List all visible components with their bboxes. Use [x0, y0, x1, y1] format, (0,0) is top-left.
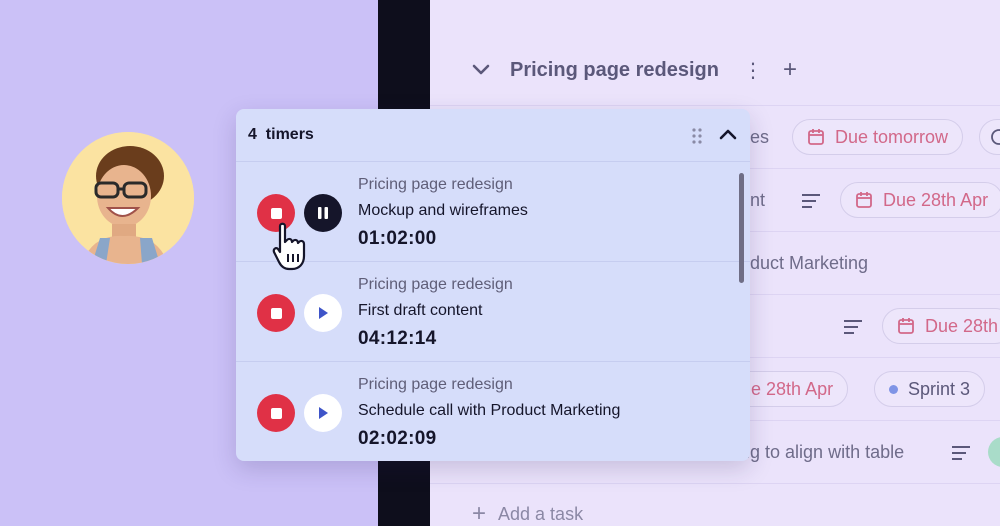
due-date-chip[interactable]: Due 28th Apr	[840, 182, 1000, 218]
play-icon	[319, 407, 328, 419]
task-name-fragment[interactable]: ng to align with table	[740, 442, 904, 463]
clock-chip[interactable]	[979, 119, 1000, 155]
timer-project: Pricing page redesign	[358, 376, 513, 393]
timer-task[interactable]: Schedule call with Product Marketing	[358, 402, 620, 420]
due-date-label: Due 28th Apr	[883, 189, 989, 210]
hand-pointer-cursor-icon	[272, 222, 306, 271]
chevron-down-icon[interactable]	[470, 59, 492, 81]
add-task-label: Add a task	[498, 503, 584, 524]
description-icon	[952, 446, 970, 460]
due-date-chip[interactable]: Due tomorrow	[792, 119, 964, 155]
avatar	[62, 132, 194, 264]
timers-popup: 4 timers Pricing page redesign Mockup an…	[236, 109, 750, 461]
add-task-button[interactable]: + Add a task	[472, 500, 583, 526]
stop-timer-button[interactable]	[257, 394, 295, 432]
more-vertical-icon[interactable]: ⋮	[743, 58, 763, 83]
calendar-icon	[898, 318, 914, 334]
calendar-icon	[808, 129, 824, 145]
stop-icon	[270, 407, 282, 419]
calendar-icon	[856, 192, 872, 208]
play-icon	[319, 307, 328, 319]
timer-item: Pricing page redesign Schedule call with…	[236, 362, 750, 461]
task-name-fragment[interactable]: oduct Marketing	[740, 253, 868, 274]
group-title[interactable]: Pricing page redesign	[510, 59, 719, 82]
timers-scrollbar[interactable]	[739, 173, 744, 283]
pause-icon	[318, 207, 328, 219]
due-date-label: ue 28th Apr	[741, 378, 834, 399]
timer-elapsed: 02:02:09	[358, 428, 437, 449]
play-timer-button[interactable]	[304, 294, 342, 332]
group-header: Pricing page redesign ⋮ +	[470, 56, 797, 84]
sprint-chip[interactable]: Sprint 3	[874, 371, 986, 407]
drag-handle-icon[interactable]	[691, 127, 703, 145]
clock-icon	[991, 129, 1000, 145]
play-timer-button[interactable]	[304, 394, 342, 432]
timer-project: Pricing page redesign	[358, 276, 513, 293]
due-date-chip[interactable]: Due 28th	[882, 308, 1000, 344]
timer-elapsed: 04:12:14	[358, 328, 437, 349]
description-icon	[802, 194, 820, 208]
description-icon	[844, 320, 862, 334]
timers-count: 4 timers	[248, 126, 314, 143]
timer-project: Pricing page redesign	[358, 176, 513, 193]
due-date-label: Due tomorrow	[835, 126, 949, 147]
timer-task[interactable]: Mockup and wireframes	[358, 202, 528, 220]
assignee-avatar[interactable]	[988, 437, 1000, 467]
plus-icon[interactable]: +	[783, 56, 797, 84]
timers-popup-header: 4 timers	[236, 109, 750, 162]
stop-icon	[270, 307, 282, 319]
due-date-label: Due 28th	[925, 315, 999, 336]
timer-item: Pricing page redesign First draft conten…	[236, 262, 750, 362]
stop-icon	[270, 207, 282, 219]
timer-elapsed: 01:02:00	[358, 228, 437, 249]
timer-task[interactable]: First draft content	[358, 302, 483, 320]
stop-timer-button[interactable]	[257, 294, 295, 332]
sprint-label: Sprint 3	[908, 378, 971, 399]
chevron-up-icon[interactable]	[718, 125, 738, 145]
plus-icon: +	[472, 500, 487, 526]
sprint-dot-icon	[889, 384, 898, 394]
